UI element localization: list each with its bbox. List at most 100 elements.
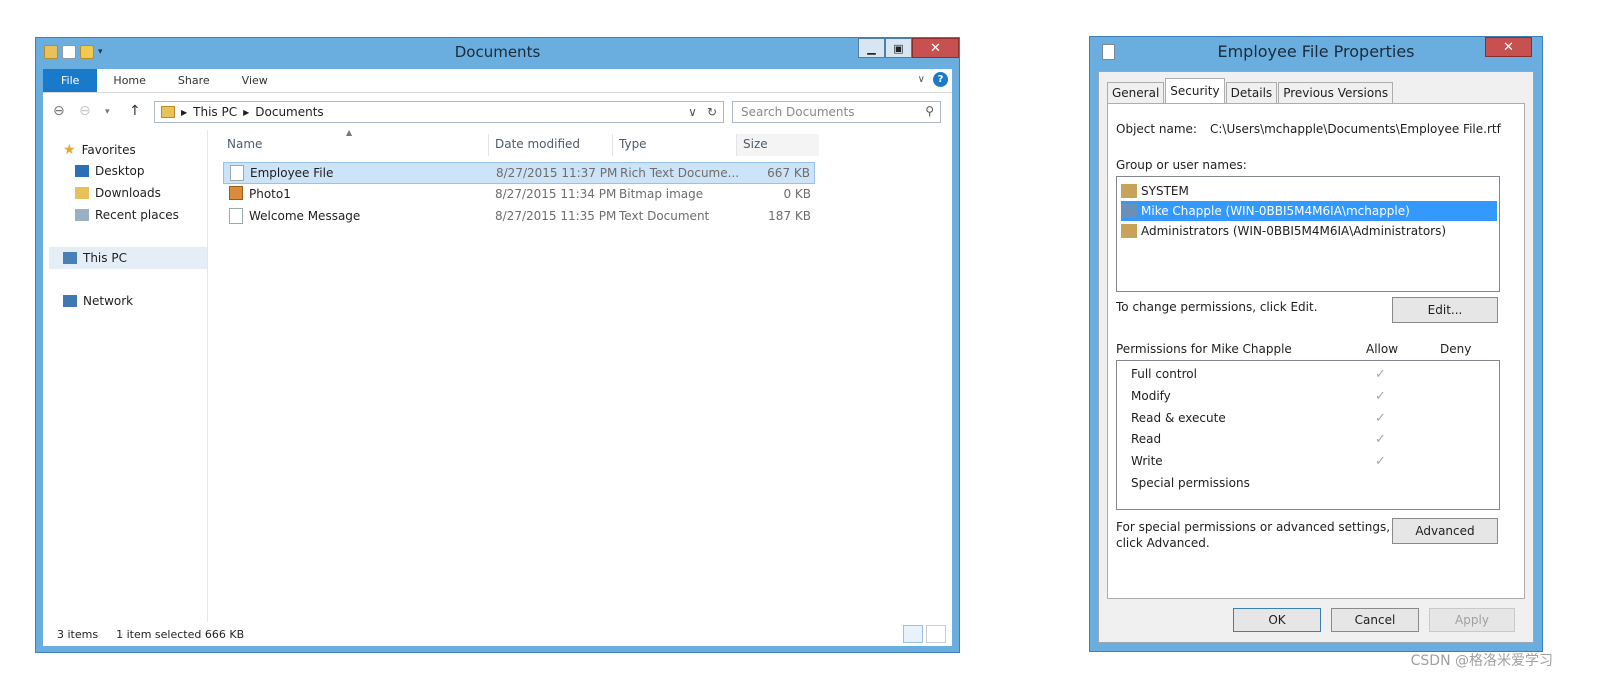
breadcrumb-separator-icon[interactable]: ▶: [181, 108, 187, 117]
file-name: Employee File: [250, 166, 334, 180]
address-controls: ∨ ↻: [688, 105, 717, 119]
search-input[interactable]: Search Documents ⚲: [732, 101, 941, 123]
special-permissions-text-2: click Advanced.: [1116, 536, 1210, 550]
advanced-button[interactable]: Advanced: [1392, 518, 1498, 544]
recent-locations-icon[interactable]: ▾: [105, 107, 110, 117]
group-icon: [1121, 224, 1137, 238]
object-name-label: Object name:: [1116, 122, 1197, 136]
apply-button[interactable]: Apply: [1429, 608, 1515, 632]
computer-icon: [63, 252, 77, 264]
file-size: 0 KB: [783, 187, 811, 201]
change-permissions-text: To change permissions, click Edit.: [1116, 300, 1318, 314]
status-item-count: 3 items: [57, 627, 99, 641]
status-selected-label: 1 item selected: [116, 627, 202, 641]
desktop-icon: [75, 165, 89, 177]
forward-icon[interactable]: ⊖: [79, 103, 91, 119]
sidebar-item-favorites[interactable]: ★ Favorites: [63, 142, 136, 158]
status-selected-size: 666 KB: [204, 627, 245, 641]
special-permissions-text: For special permissions or advanced sett…: [1116, 520, 1391, 534]
search-placeholder: Search Documents: [741, 105, 855, 119]
address-dropdown-icon[interactable]: ∨: [688, 105, 697, 119]
ok-button[interactable]: OK: [1233, 608, 1321, 632]
column-header-size[interactable]: Size: [737, 134, 819, 156]
tab-security[interactable]: Security: [1165, 78, 1225, 104]
list-item[interactable]: SYSTEM: [1121, 181, 1497, 201]
table-row[interactable]: Employee File 8/27/2015 11:37 PM Rich Te…: [223, 162, 815, 184]
help-icon[interactable]: ?: [933, 72, 948, 87]
allow-header: Allow: [1366, 342, 1399, 356]
dialog-content: General Security Details Previous Versio…: [1098, 71, 1534, 643]
sidebar-item-this-pc[interactable]: This PC: [49, 247, 207, 269]
column-header-type[interactable]: Type: [613, 134, 737, 156]
column-header-date[interactable]: Date modified: [489, 134, 613, 156]
address-bar[interactable]: ▶ This PC ▶ Documents ∨ ↻: [154, 101, 724, 123]
file-type: Rich Text Docume...: [620, 166, 740, 180]
file-date: 8/27/2015 11:34 PM: [495, 187, 617, 201]
sidebar-item-desktop[interactable]: Desktop: [75, 164, 145, 178]
allow-check-icon: ✓: [1375, 389, 1386, 404]
sidebar-item-network[interactable]: Network: [63, 294, 133, 308]
large-icons-view-icon[interactable]: [926, 625, 946, 643]
permission-row: Read: [1131, 432, 1162, 446]
sidebar-item-label: Recent places: [95, 208, 179, 222]
tab-details[interactable]: Details: [1225, 82, 1278, 104]
file-type: Text Document: [619, 209, 710, 223]
window-title: Documents: [454, 43, 541, 61]
permission-row: Read & execute: [1131, 411, 1226, 425]
sidebar-item-label: This PC: [83, 251, 127, 265]
file-name: Welcome Message: [249, 209, 361, 223]
sidebar-item-label: Downloads: [95, 186, 161, 200]
search-icon[interactable]: ⚲: [925, 104, 934, 118]
list-item[interactable]: Mike Chapple (WIN-0BBI5M4M6IA\mchapple): [1121, 201, 1497, 221]
object-name-value: C:\Users\mchapple\Documents\Employee Fil…: [1210, 122, 1501, 136]
navigation-bar: ⊖ ⊖ ▾ ↑ ▶ This PC ▶ Documents ∨ ↻ Search…: [43, 92, 952, 130]
breadcrumb-separator-icon[interactable]: ▶: [243, 108, 249, 117]
watermark-text: CSDN @格洛米爱学习: [1410, 653, 1553, 669]
file-name: Photo1: [249, 187, 291, 201]
dialog-close-button-wrap: ✕: [1485, 37, 1532, 57]
dialog-close-button[interactable]: ✕: [1485, 37, 1532, 57]
network-icon: [63, 295, 77, 307]
sidebar-item-downloads[interactable]: Downloads: [75, 186, 161, 200]
tab-previous-versions[interactable]: Previous Versions: [1278, 82, 1394, 104]
sidebar-item-label: Desktop: [95, 164, 145, 178]
user-name: Mike Chapple (WIN-0BBI5M4M6IA\mchapple): [1141, 204, 1410, 218]
table-row[interactable]: Photo1 8/27/2015 11:34 PM Bitmap image 0…: [223, 184, 815, 206]
view-buttons: [903, 625, 946, 643]
expand-ribbon-icon[interactable]: ∨: [918, 74, 925, 85]
downloads-icon: [75, 187, 89, 199]
user-name: SYSTEM: [1141, 184, 1189, 198]
table-row[interactable]: Welcome Message 8/27/2015 11:35 PM Text …: [223, 206, 815, 228]
group-icon: [1121, 184, 1137, 198]
allow-check-icon: ✓: [1375, 454, 1386, 469]
rich-text-file-icon: [230, 165, 244, 181]
allow-check-icon: ✓: [1375, 432, 1386, 447]
properties-dialog: Employee File Properties ✕ General Secur…: [1089, 36, 1543, 652]
file-date: 8/27/2015 11:35 PM: [495, 209, 617, 223]
sidebar-item-label: Network: [83, 294, 134, 308]
column-header-name[interactable]: Name ▲: [221, 128, 489, 156]
breadcrumb-this-pc[interactable]: This PC: [193, 105, 237, 119]
tab-view[interactable]: View: [226, 69, 284, 92]
tab-file[interactable]: File: [43, 69, 98, 92]
up-arrow-icon[interactable]: ↑: [129, 103, 141, 119]
permission-row: Full control: [1131, 367, 1197, 381]
refresh-icon[interactable]: ↻: [707, 105, 717, 119]
tab-share[interactable]: Share: [162, 69, 226, 92]
sidebar-item-recent-places[interactable]: Recent places: [75, 208, 179, 222]
back-icon[interactable]: ⊖: [53, 103, 65, 119]
permission-row: Write: [1131, 454, 1163, 468]
list-item[interactable]: Administrators (WIN-0BBI5M4M6IA\Administ…: [1121, 221, 1497, 241]
minimize-button[interactable]: ▁: [858, 38, 885, 58]
edit-button[interactable]: Edit...: [1392, 297, 1498, 323]
tab-general[interactable]: General: [1107, 82, 1165, 104]
close-button[interactable]: ✕: [912, 38, 959, 58]
maximize-button[interactable]: ▣: [885, 38, 912, 58]
details-view-icon[interactable]: [903, 625, 923, 643]
cancel-button[interactable]: Cancel: [1331, 608, 1419, 632]
permissions-label: Permissions for Mike Chapple: [1116, 342, 1292, 356]
breadcrumb-documents[interactable]: Documents: [255, 105, 323, 119]
tab-home[interactable]: Home: [97, 69, 161, 92]
allow-check-icon: ✓: [1375, 411, 1386, 426]
sort-ascending-icon: ▲: [346, 128, 353, 137]
